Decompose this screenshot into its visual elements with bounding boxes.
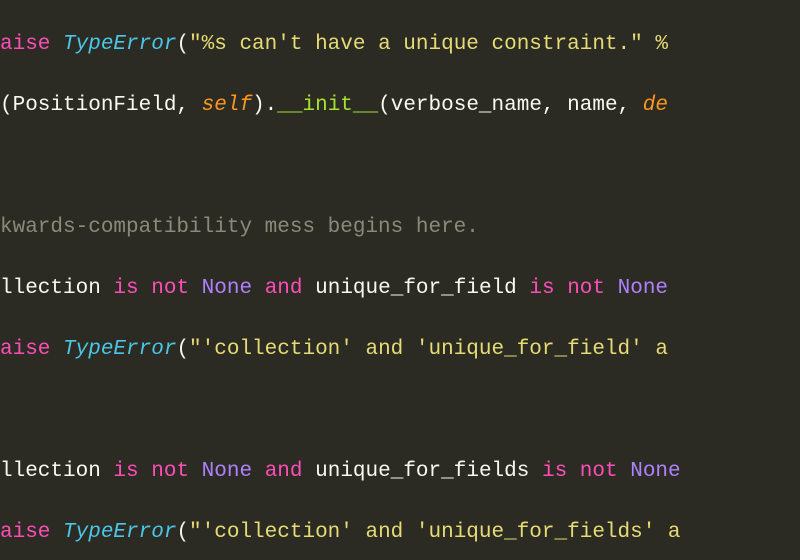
param-de: de xyxy=(643,94,668,117)
keyword-and: and xyxy=(265,460,303,483)
keyword-is: is xyxy=(529,277,554,300)
method-init: __init__ xyxy=(277,94,378,117)
code-line: aise TypeError("'collection' and 'unique… xyxy=(0,518,800,549)
keyword-is: is xyxy=(113,460,138,483)
code-editor[interactable]: aise TypeError("%s can't have a unique c… xyxy=(0,0,800,560)
keyword-is: is xyxy=(113,277,138,300)
code-line: aise TypeError("'collection' and 'unique… xyxy=(0,335,800,366)
keyword-not: not xyxy=(567,277,605,300)
const-none: None xyxy=(202,460,252,483)
keyword-is: is xyxy=(542,460,567,483)
blank-line xyxy=(0,152,800,183)
keyword-not: not xyxy=(580,460,618,483)
var-collection: llection xyxy=(0,460,113,483)
args: (verbose_name, name, xyxy=(378,94,643,117)
var-unique-for-field: unique_for_field xyxy=(303,277,530,300)
keyword-not: not xyxy=(151,277,189,300)
code-line: aise TypeError("%s can't have a unique c… xyxy=(0,30,800,61)
var-collection: llection xyxy=(0,277,113,300)
code-line: llection is not None and unique_for_fiel… xyxy=(0,457,800,488)
string-literal: "'collection' and 'unique_for_field' a xyxy=(189,338,668,361)
const-none: None xyxy=(618,277,668,300)
keyword-raise: aise xyxy=(0,33,63,56)
code-line: llection is not None and unique_for_fiel… xyxy=(0,274,800,305)
paren: ( xyxy=(176,521,189,544)
keyword-raise: aise xyxy=(0,338,63,361)
paren: ( xyxy=(176,33,189,56)
const-none: None xyxy=(202,277,252,300)
comment: kwards-compatibility mess begins here. xyxy=(0,216,479,239)
builtin-type-error: TypeError xyxy=(63,33,176,56)
paren: ( xyxy=(176,338,189,361)
builtin-type-error: TypeError xyxy=(63,521,176,544)
builtin-type-error: TypeError xyxy=(63,338,176,361)
code-line: kwards-compatibility mess begins here. xyxy=(0,213,800,244)
keyword-and: and xyxy=(265,277,303,300)
string-literal: "%s can't have a unique constraint." % xyxy=(189,33,668,56)
var-unique-for-fields: unique_for_fields xyxy=(303,460,542,483)
code-line: (PositionField, self).__init__(verbose_n… xyxy=(0,91,800,122)
keyword-self: self xyxy=(202,94,252,117)
punct: ). xyxy=(252,94,277,117)
keyword-raise: aise xyxy=(0,521,63,544)
string-literal: "'collection' and 'unique_for_fields' a xyxy=(189,521,680,544)
const-none: None xyxy=(630,460,680,483)
expr: (PositionField, xyxy=(0,94,202,117)
blank-line xyxy=(0,396,800,427)
keyword-not: not xyxy=(151,460,189,483)
